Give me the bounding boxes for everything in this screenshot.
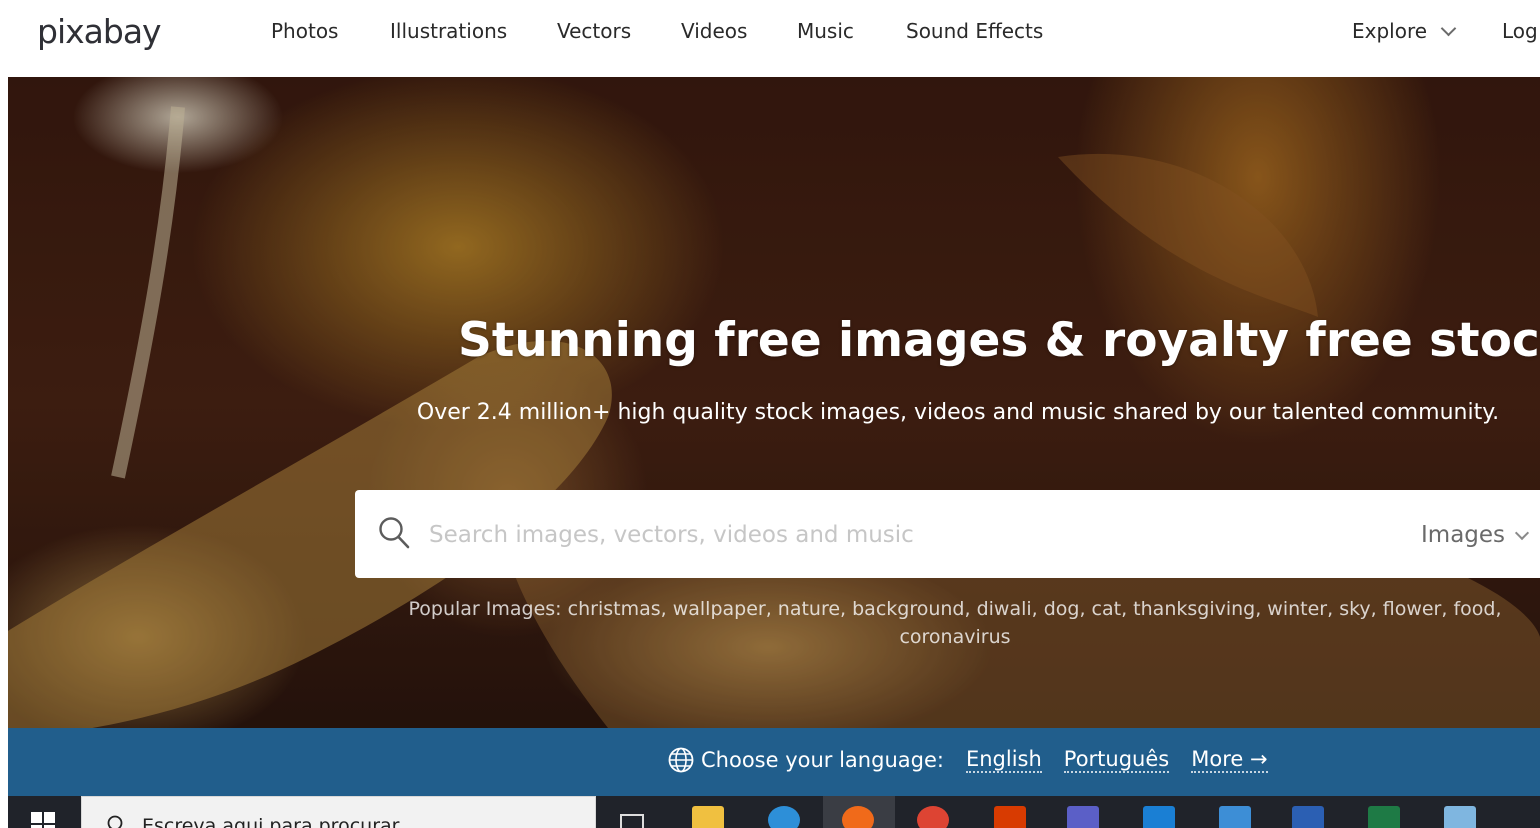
search-icon	[107, 815, 123, 828]
teams-icon[interactable]	[1067, 806, 1099, 828]
popular-searches: Popular Images: christmas, wallpaper, na…	[388, 595, 1522, 651]
office-icon[interactable]	[994, 806, 1026, 828]
search-icon[interactable]	[378, 516, 410, 550]
word-icon[interactable]	[1292, 806, 1324, 828]
chevron-down-icon	[1440, 20, 1457, 37]
hero-subtitle: Over 2.4 million+ high quality stock ima…	[416, 400, 1500, 425]
chevron-down-icon	[1514, 525, 1530, 541]
main-nav: Photos Illustrations Vectors Videos Musi…	[0, 19, 1100, 49]
nav-sound-effects[interactable]: Sound Effects	[906, 19, 1043, 43]
language-bar: Choose your language: English Português …	[8, 728, 1540, 796]
search-type-dropdown[interactable]: Images	[1421, 522, 1530, 548]
search-type-label: Images	[1421, 522, 1506, 548]
globe-icon	[668, 747, 694, 773]
popular-terms[interactable]: christmas, wallpaper, nature, background…	[568, 598, 1502, 648]
search-input[interactable]	[429, 517, 1329, 553]
windows-taskbar: Escreva aqui para procurar	[8, 796, 1540, 828]
notes-icon[interactable]	[1444, 806, 1476, 828]
file-explorer-icon[interactable]	[692, 806, 724, 828]
hero-section: Stunning free images & royalty free stoc…	[8, 77, 1540, 728]
language-more[interactable]: More →	[1191, 747, 1268, 773]
language-portugues[interactable]: Português	[1063, 747, 1170, 773]
mail-icon[interactable]	[1143, 806, 1175, 828]
explore-label: Explore	[1352, 19, 1428, 43]
hero-title: Stunning free images & royalty free stoc…	[458, 313, 1540, 368]
nav-music[interactable]: Music	[797, 19, 854, 43]
language-label: Choose your language:	[701, 748, 944, 772]
nav-vectors[interactable]: Vectors	[557, 19, 631, 43]
excel-icon[interactable]	[1368, 806, 1400, 828]
taskbar-search-text: Escreva aqui para procurar	[142, 815, 400, 828]
taskbar-search-box[interactable]: Escreva aqui para procurar	[81, 796, 596, 828]
task-view-icon[interactable]	[620, 814, 644, 828]
windows-start-icon[interactable]	[30, 811, 56, 828]
explore-menu[interactable]: Explore	[1352, 19, 1457, 43]
firefox-icon[interactable]	[842, 806, 874, 828]
nav-photos[interactable]: Photos	[271, 19, 338, 43]
internet-explorer-icon[interactable]	[768, 806, 800, 828]
top-navigation-bar: pixabay Photos Illustrations Vectors Vid…	[0, 0, 1540, 77]
nav-illustrations[interactable]: Illustrations	[390, 19, 507, 43]
language-chooser: Choose your language: English Português …	[668, 747, 1268, 773]
chrome-icon[interactable]	[917, 806, 949, 828]
nav-videos[interactable]: Videos	[681, 19, 747, 43]
search-bar: Images	[355, 490, 1540, 578]
remote-desktop-icon[interactable]	[1219, 806, 1251, 828]
login-link[interactable]: Log	[1502, 19, 1538, 43]
popular-label: Popular Images:	[408, 598, 562, 620]
language-english[interactable]: English	[965, 747, 1042, 773]
